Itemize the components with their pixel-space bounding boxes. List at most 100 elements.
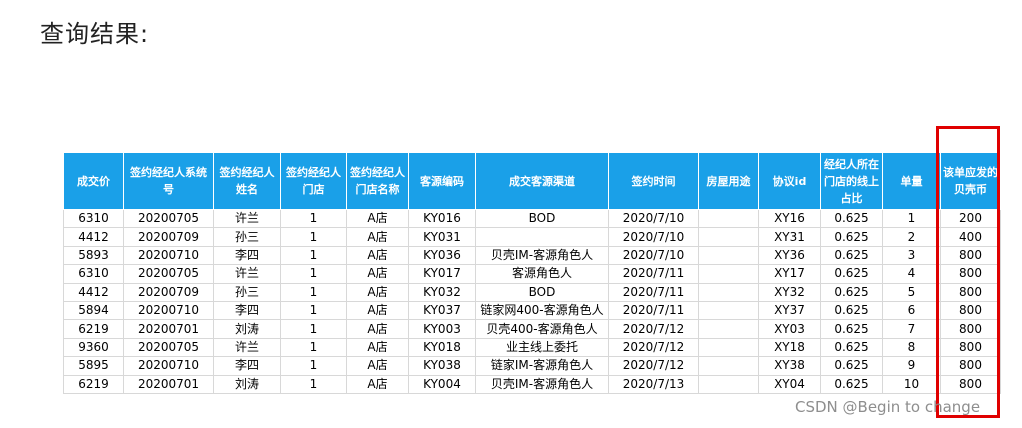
table-cell: 刘涛	[213, 319, 281, 339]
table-cell: 4412	[63, 227, 124, 247]
table-cell: 0.625	[820, 264, 883, 284]
table-cell: KY017	[408, 264, 476, 284]
table-cell: 20200701	[123, 319, 214, 339]
table-row: 4412 20200709 孙三 1 A店 KY031 2020/7/10 XY31 0.625…	[63, 227, 1001, 247]
table-row: 5893 20200710 李四 1 A店 KY036 贝壳IM-客源角色人 2020/7/1…	[63, 245, 1001, 266]
table-cell	[698, 300, 759, 321]
table-cell	[698, 374, 759, 394]
table-cell: 2020/7/11	[608, 282, 699, 302]
table-cell: 800	[940, 374, 1001, 394]
table-cell: 链家IM-客源角色人	[475, 356, 609, 376]
table-cell: 3	[882, 245, 941, 266]
table-cell: 2020/7/11	[608, 264, 699, 284]
table-cell	[698, 319, 759, 339]
table-cell: XY37	[758, 300, 821, 321]
table-cell: KY003	[408, 319, 476, 339]
table-cell: 2020/7/11	[608, 300, 699, 321]
table-cell: 链家网400-客源角色人	[475, 300, 609, 321]
table-cell: 李四	[213, 356, 281, 376]
column-header: 协议id	[758, 152, 821, 210]
table-cell: A店	[346, 245, 409, 266]
column-header: 经纪人所在门店的线上占比	[820, 152, 883, 210]
table-cell: 2020/7/13	[608, 374, 699, 394]
table-cell: 20200710	[123, 245, 214, 266]
table-cell: 0.625	[820, 319, 883, 339]
table-cell: 5894	[63, 300, 124, 321]
table-cell: XY18	[758, 337, 821, 358]
table-cell: XY04	[758, 374, 821, 394]
table-cell: 1	[280, 264, 347, 284]
table-cell: 刘涛	[213, 374, 281, 394]
table-cell	[698, 356, 759, 376]
table-cell: 贝壳400-客源角色人	[475, 319, 609, 339]
table-cell: 20200705	[123, 337, 214, 358]
table-cell: 6219	[63, 319, 124, 339]
table-cell: 0.625	[820, 374, 883, 394]
table-cell: KY016	[408, 208, 476, 229]
table-cell: BOD	[475, 208, 609, 229]
table-cell: BOD	[475, 282, 609, 302]
table-cell: 贝壳IM-客源角色人	[475, 245, 609, 266]
table-cell: 400	[940, 227, 1001, 247]
table-cell: 2020/7/12	[608, 319, 699, 339]
column-header: 成交价	[63, 152, 124, 210]
table-cell	[698, 227, 759, 247]
table-row: 4412 20200709 孙三 1 A店 KY032 BOD 2020/7/11 XY32 0.…	[63, 282, 1001, 302]
column-header: 签约经纪人姓名	[213, 152, 281, 210]
table-cell: 李四	[213, 245, 281, 266]
table-cell: 0.625	[820, 245, 883, 266]
table-body: 6310 20200705 许兰 1 A店 KY016 BOD 2020/7/10 XY16 0.…	[63, 208, 1001, 394]
table-cell: KY004	[408, 374, 476, 394]
table-cell: 业主线上委托	[475, 337, 609, 358]
table-cell	[698, 282, 759, 302]
table-cell: KY032	[408, 282, 476, 302]
table-cell: 0.625	[820, 208, 883, 229]
table-cell: XY31	[758, 227, 821, 247]
column-header: 单量	[882, 152, 941, 210]
table-cell: 1	[280, 319, 347, 339]
table-cell: 许兰	[213, 264, 281, 284]
table-cell: 800	[940, 264, 1001, 284]
table-cell: 2020/7/12	[608, 337, 699, 358]
table-cell: XY17	[758, 264, 821, 284]
table-cell: 孙三	[213, 282, 281, 302]
table-cell: 20200701	[123, 374, 214, 394]
table-cell: 0.625	[820, 337, 883, 358]
table-cell: 20200709	[123, 227, 214, 247]
table-row: 5895 20200710 李四 1 A店 KY038 链家IM-客源角色人 2020/7/1…	[63, 356, 1001, 376]
table-cell: KY031	[408, 227, 476, 247]
table-row: 9360 20200705 许兰 1 A店 KY018 业主线上委托 2020/7/12 XY1…	[63, 337, 1001, 358]
table-cell: 8	[882, 337, 941, 358]
table-cell: 0.625	[820, 356, 883, 376]
table-cell: 5893	[63, 245, 124, 266]
table-cell	[698, 337, 759, 358]
column-header: 该单应发的贝壳币	[940, 152, 1001, 210]
table-row: 5894 20200710 李四 1 A店 KY037 链家网400-客源角色人 2020/7…	[63, 300, 1001, 321]
table-cell: A店	[346, 264, 409, 284]
table-cell: KY037	[408, 300, 476, 321]
table-cell: 800	[940, 282, 1001, 302]
table-cell: 9	[882, 356, 941, 376]
table-cell: 2020/7/10	[608, 227, 699, 247]
table-cell: 7	[882, 319, 941, 339]
table-cell: 李四	[213, 300, 281, 321]
table-row: 6219 20200701 刘涛 1 A店 KY003 贝壳400-客源角色人 2020/7/…	[63, 319, 1001, 339]
column-header: 成交客源渠道	[475, 152, 609, 210]
table-cell: A店	[346, 374, 409, 394]
table-cell: A店	[346, 319, 409, 339]
table-cell: 2020/7/12	[608, 356, 699, 376]
column-header: 签约经纪人系统号	[123, 152, 214, 210]
table-cell: 6310	[63, 264, 124, 284]
table-cell: 5895	[63, 356, 124, 376]
table-cell: XY16	[758, 208, 821, 229]
table-header-row: 成交价 签约经纪人系统号 签约经纪人姓名 签约经纪人门店 签约经纪人门店名称 客源编码 成交…	[63, 152, 1001, 210]
table-cell: 800	[940, 300, 1001, 321]
table-cell: 800	[940, 319, 1001, 339]
column-header: 签约经纪人门店	[280, 152, 347, 210]
table-row: 6219 20200701 刘涛 1 A店 KY004 贝壳IM-客源角色人 2020/7/1…	[63, 374, 1001, 394]
table-cell: 0.625	[820, 282, 883, 302]
table-cell: 200	[940, 208, 1001, 229]
result-table: 成交价 签约经纪人系统号 签约经纪人姓名 签约经纪人门店 签约经纪人门店名称 客源编码 成交…	[63, 152, 1001, 394]
table-cell: XY32	[758, 282, 821, 302]
table-row: 6310 20200705 许兰 1 A店 KY017 客源角色人 2020/7/11 XY17…	[63, 264, 1001, 284]
